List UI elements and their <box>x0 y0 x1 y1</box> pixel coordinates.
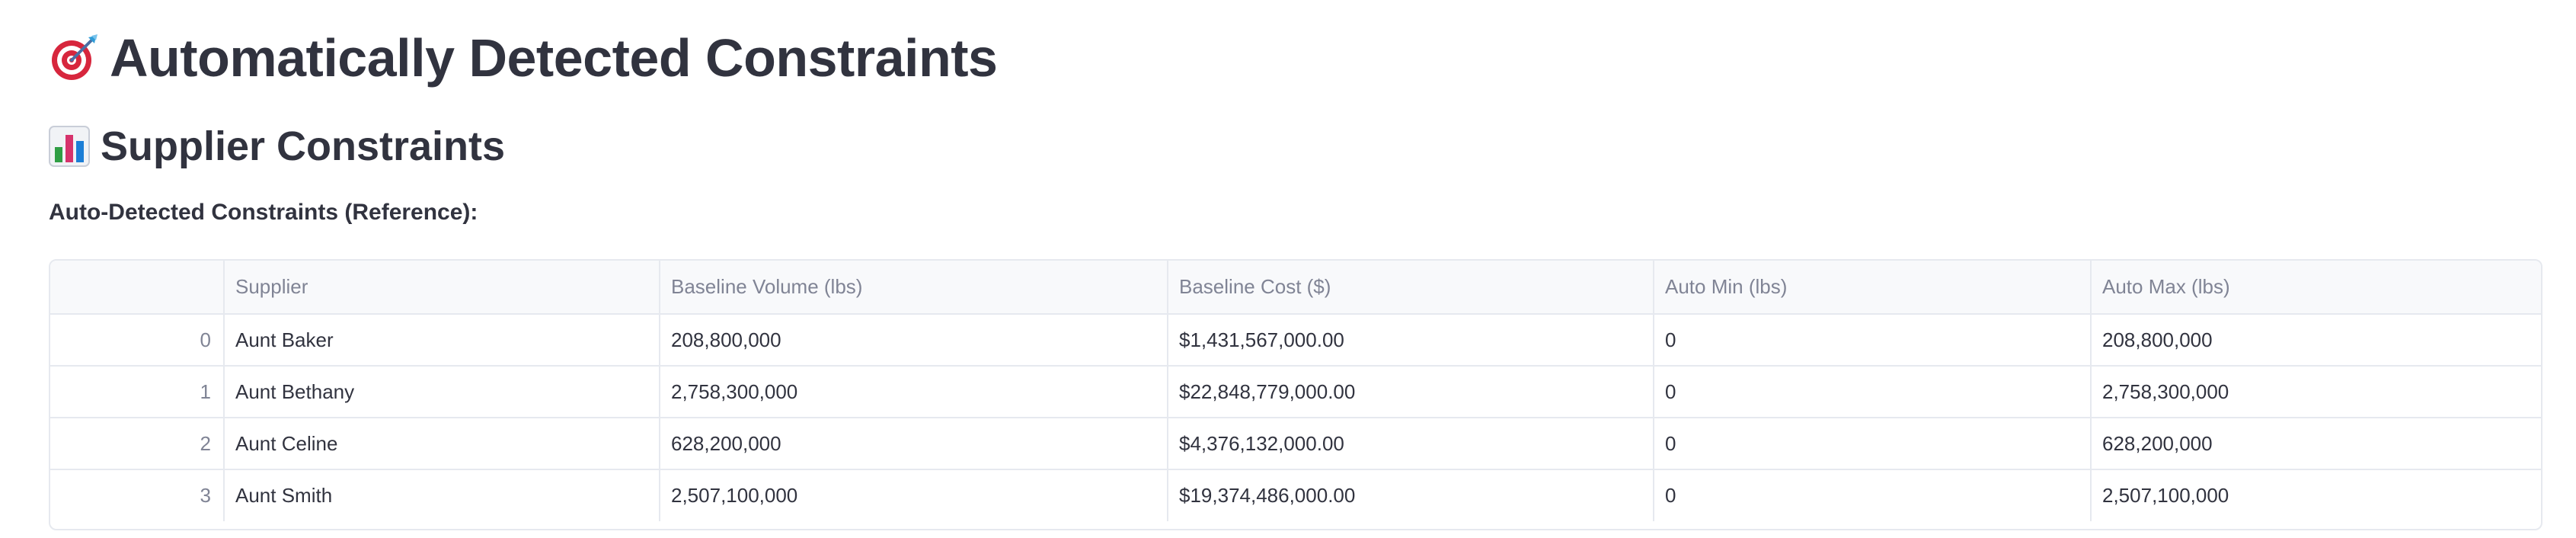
cell-auto-max[interactable]: 2,507,100,000 <box>2091 469 2541 521</box>
cell-auto-max[interactable]: 2,758,300,000 <box>2091 366 2541 418</box>
cell-baseline-volume[interactable]: 2,758,300,000 <box>660 366 1168 418</box>
cell-auto-min[interactable]: 0 <box>1654 314 2092 367</box>
cell-supplier[interactable]: Aunt Celine <box>224 418 660 470</box>
cell-auto-min[interactable]: 0 <box>1654 469 2092 521</box>
row-index[interactable]: 1 <box>50 366 225 418</box>
bar-chart-icon <box>49 126 90 167</box>
cell-baseline-cost[interactable]: $4,376,132,000.00 <box>1168 418 1654 470</box>
column-header-index[interactable] <box>50 261 225 315</box>
cell-baseline-volume[interactable]: 208,800,000 <box>660 314 1168 367</box>
table-header-row: Supplier Baseline Volume (lbs) Baseline … <box>50 261 2541 315</box>
row-index[interactable]: 0 <box>50 314 225 367</box>
column-header-auto-max[interactable]: Auto Max (lbs) <box>2091 261 2541 315</box>
row-index[interactable]: 2 <box>50 418 225 470</box>
page-title-text: Automatically Detected Constraints <box>110 28 998 88</box>
row-index[interactable]: 3 <box>50 469 225 521</box>
constraints-table[interactable]: Supplier Baseline Volume (lbs) Baseline … <box>49 259 2542 530</box>
table-row: 1 Aunt Bethany 2,758,300,000 $22,848,779… <box>50 366 2541 418</box>
constraints-table-grid: Supplier Baseline Volume (lbs) Baseline … <box>50 261 2541 521</box>
cell-auto-max[interactable]: 628,200,000 <box>2091 418 2541 470</box>
cell-baseline-volume[interactable]: 628,200,000 <box>660 418 1168 470</box>
column-header-supplier[interactable]: Supplier <box>224 261 660 315</box>
cell-baseline-cost[interactable]: $19,374,486,000.00 <box>1168 469 1654 521</box>
column-header-auto-min[interactable]: Auto Min (lbs) <box>1654 261 2092 315</box>
cell-supplier[interactable]: Aunt Baker <box>224 314 660 367</box>
cell-auto-min[interactable]: 0 <box>1654 366 2092 418</box>
cell-baseline-cost[interactable]: $1,431,567,000.00 <box>1168 314 1654 367</box>
table-row: 0 Aunt Baker 208,800,000 $1,431,567,000.… <box>50 314 2541 367</box>
cell-supplier[interactable]: Aunt Smith <box>224 469 660 521</box>
section-title: Supplier Constraints <box>49 116 505 177</box>
table-row: 3 Aunt Smith 2,507,100,000 $19,374,486,0… <box>50 469 2541 521</box>
cell-baseline-volume[interactable]: 2,507,100,000 <box>660 469 1168 521</box>
cell-auto-min[interactable]: 0 <box>1654 418 2092 470</box>
cell-auto-max[interactable]: 208,800,000 <box>2091 314 2541 367</box>
table-caption: Auto-Detected Constraints (Reference): <box>49 200 478 225</box>
column-header-baseline-volume[interactable]: Baseline Volume (lbs) <box>660 261 1168 315</box>
table-row: 2 Aunt Celine 628,200,000 $4,376,132,000… <box>50 418 2541 470</box>
section-title-text: Supplier Constraints <box>101 123 506 169</box>
app-page: Automatically Detected Constraints Suppl… <box>0 0 2576 538</box>
page-title: Automatically Detected Constraints <box>49 21 998 94</box>
cell-baseline-cost[interactable]: $22,848,779,000.00 <box>1168 366 1654 418</box>
target-dart-icon <box>49 33 99 83</box>
column-header-baseline-cost[interactable]: Baseline Cost ($) <box>1168 261 1654 315</box>
cell-supplier[interactable]: Aunt Bethany <box>224 366 660 418</box>
